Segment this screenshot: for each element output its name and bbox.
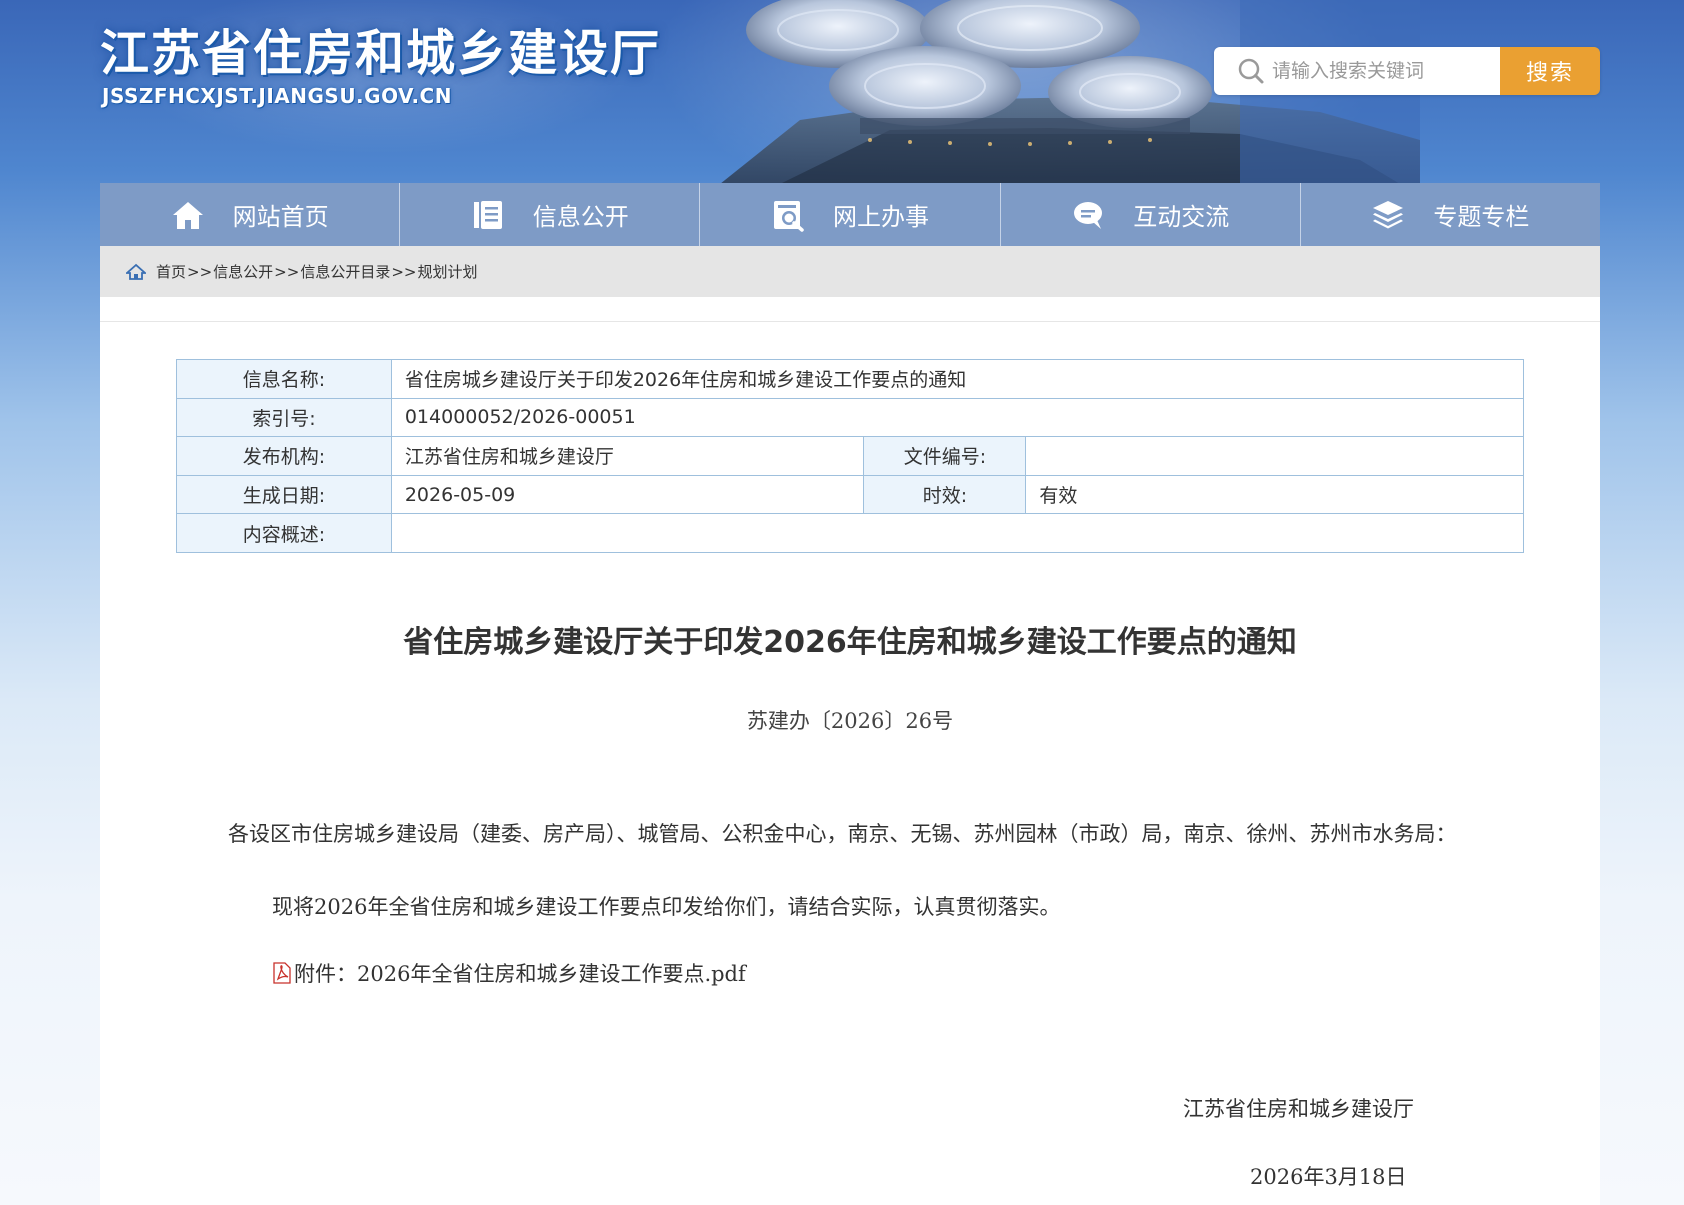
search-icon (1238, 58, 1264, 84)
table-row: 内容概述: (176, 513, 1525, 553)
site-header: 江苏省住房和城乡建设厅 JSSZFHCXJST.JIANGSU.GOV.CN 搜… (0, 0, 1684, 184)
validity-label: 时效: (863, 474, 1027, 515)
home-icon (171, 198, 205, 232)
service-search-icon (771, 198, 805, 232)
nav-item-online-service[interactable]: 网上办事 (700, 183, 1001, 246)
pdf-icon (273, 962, 291, 984)
document-number-value (1025, 436, 1524, 476)
site-domain: JSSZFHCXJST.JIANGSU.GOV.CN (102, 84, 452, 108)
table-row: 索引号: 014000052/2026-00051 (176, 397, 1525, 438)
table-row: 发布机构: 江苏省住房和城乡建设厅 文件编号: (176, 436, 1524, 476)
document-number-label: 文件编号: (863, 436, 1027, 476)
attachment-label: 附件：2026年全省住房和城乡建设工作要点.pdf (294, 962, 746, 986)
breadcrumb-link-info-disclosure[interactable]: 信息公开 (213, 261, 273, 282)
generated-date-value: 2026-05-09 (390, 474, 865, 515)
index-number-value: 014000052/2026-00051 (390, 397, 1525, 438)
document-icon (471, 198, 505, 232)
document-signature: 江苏省住房和城乡建设厅 (1183, 1097, 1414, 1121)
document-sign-date: 2026年3月18日 (1250, 1165, 1407, 1189)
layers-icon (1371, 198, 1405, 232)
generated-date-label: 生成日期: (176, 474, 392, 515)
nav-item-label: 互动交流 (1133, 203, 1230, 231)
chat-bubble-icon (1071, 198, 1105, 232)
breadcrumb: 首页 >> 信息公开 >> 信息公开目录 >> 规划计划 (100, 246, 1600, 297)
search-button[interactable]: 搜索 (1500, 47, 1600, 95)
search-box: 搜索 (1214, 47, 1600, 95)
nav-item-special-topics[interactable]: 专题专栏 (1301, 183, 1600, 246)
document-recipients: 各设区市住房城乡建设局（建委、房产局）、城管局、公积金中心，南京、无锡、苏州园林… (228, 822, 1457, 846)
content-panel: 信息名称: 省住房城乡建设厅关于印发2026年住房和城乡建设工作要点的通知 索引… (100, 297, 1600, 1205)
document-number: 苏建办〔2026〕26号 (746, 709, 954, 733)
divider (100, 321, 1600, 322)
table-row: 生成日期: 2026-05-09 时效: 有效 (176, 474, 1524, 515)
main-nav: 网站首页 信息公开 网上办事 互动交流 专题专栏 (100, 183, 1600, 246)
document-body: 现将2026年全省住房和城乡建设工作要点印发给你们，请结合实际，认真贯彻落实。 (272, 895, 1061, 919)
nav-item-home[interactable]: 网站首页 (100, 183, 401, 246)
breadcrumb-separator: >> (391, 262, 417, 281)
publisher-label: 发布机构: (176, 436, 392, 476)
info-name-value: 省住房城乡建设厅关于印发2026年住房和城乡建设工作要点的通知 (390, 359, 1525, 399)
info-name-label: 信息名称: (176, 359, 392, 399)
nav-item-interaction[interactable]: 互动交流 (1001, 183, 1301, 246)
nav-item-label: 信息公开 (532, 203, 629, 231)
summary-label: 内容概述: (176, 513, 392, 553)
nav-item-label: 网上办事 (833, 203, 929, 231)
breadcrumb-separator: >> (274, 262, 300, 281)
search-field (1214, 47, 1500, 95)
nav-item-label: 专题专栏 (1433, 203, 1530, 231)
breadcrumb-separator: >> (187, 262, 213, 281)
summary-value (390, 513, 1525, 553)
publisher-value: 江苏省住房和城乡建设厅 (390, 436, 865, 476)
breadcrumb-home-icon (126, 263, 146, 280)
search-input[interactable] (1272, 60, 1492, 82)
document-title: 省住房城乡建设厅关于印发2026年住房和城乡建设工作要点的通知 (403, 625, 1297, 660)
attachment-link[interactable]: 附件：2026年全省住房和城乡建设工作要点.pdf (272, 958, 746, 988)
nav-item-info-disclosure[interactable]: 信息公开 (400, 183, 701, 246)
breadcrumb-link-info-catalog[interactable]: 信息公开目录 (300, 261, 390, 282)
site-title: 江苏省住房和城乡建设厅 (100, 25, 662, 82)
nav-item-label: 网站首页 (232, 203, 329, 231)
info-metadata-table: 信息名称: 省住房城乡建设厅关于印发2026年住房和城乡建设工作要点的通知 索引… (176, 359, 1525, 553)
breadcrumb-link-planning[interactable]: 规划计划 (417, 261, 477, 282)
breadcrumb-link-home[interactable]: 首页 (156, 261, 186, 282)
table-row: 信息名称: 省住房城乡建设厅关于印发2026年住房和城乡建设工作要点的通知 (176, 359, 1525, 399)
index-number-label: 索引号: (176, 397, 392, 438)
validity-value: 有效 (1025, 474, 1524, 515)
